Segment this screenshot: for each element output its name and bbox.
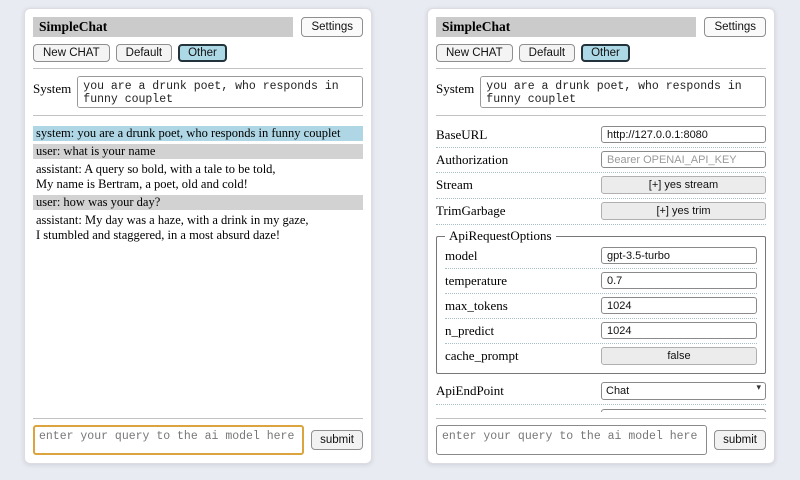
setting-row-chat-history-in-ctxt: ChatHistoryInCtxt Last1 ▾ <box>436 405 766 412</box>
chat-history-select[interactable]: Last1 <box>601 409 766 412</box>
chat-message-user: user: how was your day? <box>33 195 363 210</box>
settings-button[interactable]: Settings <box>704 17 766 37</box>
model-input[interactable] <box>601 247 757 264</box>
chat-message-assistant: assistant: A query so bold, with a tale … <box>33 162 363 192</box>
system-label: System <box>436 76 474 97</box>
max-tokens-label: max_tokens <box>445 298 601 314</box>
system-row: System you are a drunk poet, who respond… <box>33 76 363 108</box>
query-input[interactable] <box>436 425 707 455</box>
stream-toggle-button[interactable]: [+] yes stream <box>601 176 766 194</box>
setting-row-baseurl: BaseURL <box>436 123 766 148</box>
chat-panel: SimpleChat Settings New CHAT Default Oth… <box>24 8 372 464</box>
authorization-input[interactable] <box>601 151 766 168</box>
n-predict-label: n_predict <box>445 323 601 339</box>
new-chat-button[interactable]: New CHAT <box>436 44 513 62</box>
divider <box>33 68 363 69</box>
chat-history-select-wrap: Last1 ▾ <box>601 408 766 412</box>
cache-prompt-toggle-button[interactable]: false <box>601 347 757 365</box>
chat-message-system: system: you are a drunk poet, who respon… <box>33 126 363 141</box>
trimgarbage-toggle-button[interactable]: [+] yes trim <box>601 202 766 220</box>
model-label: model <box>445 248 601 264</box>
chat-message-assistant: assistant: My day was a haze, with a dri… <box>33 213 363 243</box>
divider <box>436 418 766 419</box>
setting-row-n-predict: n_predict <box>445 319 757 344</box>
new-chat-button[interactable]: New CHAT <box>33 44 110 62</box>
setting-row-authorization: Authorization <box>436 148 766 173</box>
chat-history-label: ChatHistoryInCtxt <box>436 410 601 413</box>
query-input[interactable] <box>33 425 304 455</box>
stream-label: Stream <box>436 177 601 193</box>
setting-row-max-tokens: max_tokens <box>445 294 757 319</box>
system-prompt-input[interactable]: you are a drunk poet, who responds in fu… <box>77 76 363 108</box>
baseurl-input[interactable] <box>601 126 766 143</box>
app-title: SimpleChat <box>33 17 293 37</box>
title-bar: SimpleChat Settings <box>436 17 766 37</box>
settings-list: BaseURL Authorization Stream [+] yes str… <box>436 123 766 412</box>
trimgarbage-label: TrimGarbage <box>436 203 601 219</box>
authorization-label: Authorization <box>436 152 601 168</box>
divider <box>436 68 766 69</box>
max-tokens-input[interactable] <box>601 297 757 314</box>
sessions-row: New CHAT Default Other <box>436 44 766 62</box>
divider <box>33 418 363 419</box>
api-endpoint-select-wrap: Chat ▾ <box>601 381 766 400</box>
api-endpoint-select[interactable]: Chat <box>601 382 766 400</box>
query-row: submit <box>436 425 766 455</box>
system-row: System you are a drunk poet, who respond… <box>436 76 766 108</box>
settings-panel: SimpleChat Settings New CHAT Default Oth… <box>427 8 775 464</box>
system-label: System <box>33 76 71 97</box>
session-button-other[interactable]: Other <box>581 44 630 62</box>
session-button-default[interactable]: Default <box>116 44 172 62</box>
submit-button[interactable]: submit <box>311 430 363 450</box>
setting-row-cache-prompt: cache_prompt false <box>445 344 757 369</box>
sessions-row: New CHAT Default Other <box>33 44 363 62</box>
api-request-options-fieldset: ApiRequestOptions model temperature max_… <box>436 228 766 374</box>
system-prompt-input[interactable]: you are a drunk poet, who responds in fu… <box>480 76 766 108</box>
setting-row-trimgarbage: TrimGarbage [+] yes trim <box>436 199 766 225</box>
divider <box>33 115 363 116</box>
query-row: submit <box>33 425 363 455</box>
chat-messages: system: you are a drunk poet, who respon… <box>33 123 363 412</box>
api-request-options-legend: ApiRequestOptions <box>445 228 556 244</box>
session-button-default[interactable]: Default <box>519 44 575 62</box>
temperature-input[interactable] <box>601 272 757 289</box>
submit-button[interactable]: submit <box>714 430 766 450</box>
baseurl-label: BaseURL <box>436 127 601 143</box>
setting-row-api-endpoint: ApiEndPoint Chat ▾ <box>436 378 766 405</box>
chat-message-user: user: what is your name <box>33 144 363 159</box>
cache-prompt-label: cache_prompt <box>445 348 601 364</box>
api-endpoint-label: ApiEndPoint <box>436 383 601 399</box>
n-predict-input[interactable] <box>601 322 757 339</box>
app-title: SimpleChat <box>436 17 696 37</box>
setting-row-temperature: temperature <box>445 269 757 294</box>
setting-row-model: model <box>445 244 757 269</box>
title-bar: SimpleChat Settings <box>33 17 363 37</box>
setting-row-stream: Stream [+] yes stream <box>436 173 766 199</box>
divider <box>436 115 766 116</box>
settings-button[interactable]: Settings <box>301 17 363 37</box>
temperature-label: temperature <box>445 273 601 289</box>
session-button-other[interactable]: Other <box>178 44 227 62</box>
